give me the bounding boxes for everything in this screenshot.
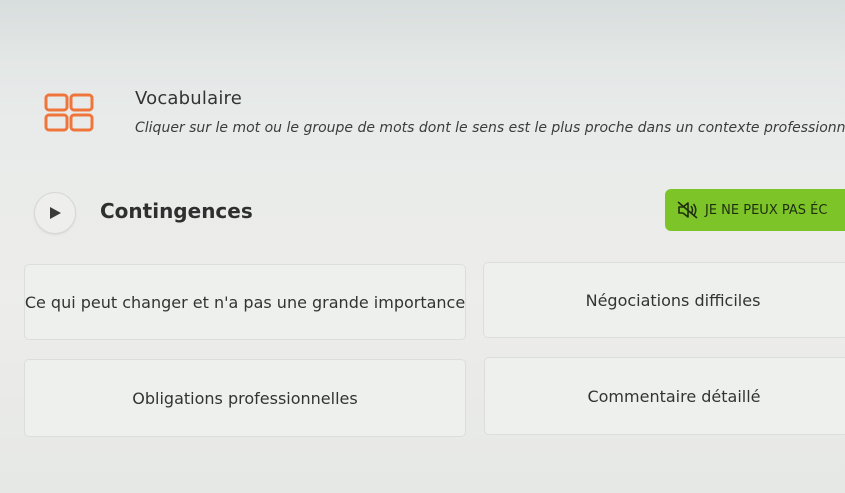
option-1[interactable]: Ce qui peut changer et n'a pas une grand…: [24, 264, 466, 340]
grid-icon: [44, 93, 94, 132]
speaker-muted-icon: [677, 201, 698, 219]
instruction-text: Cliquer sur le mot ou le groupe de mots …: [135, 120, 845, 136]
target-word: Contingences: [100, 199, 253, 223]
option-3[interactable]: Obligations professionnelles: [24, 359, 466, 437]
cant-listen-button[interactable]: JE NE PEUX PAS ÉC: [665, 189, 845, 231]
option-2[interactable]: Négociations difficiles: [483, 262, 845, 338]
play-button[interactable]: [34, 192, 76, 234]
cant-listen-label: JE NE PEUX PAS ÉC: [705, 202, 828, 218]
option-4[interactable]: Commentaire détaillé: [484, 357, 845, 435]
top-band: [0, 0, 845, 60]
play-icon: [50, 207, 61, 219]
page-title: Vocabulaire: [135, 88, 243, 109]
